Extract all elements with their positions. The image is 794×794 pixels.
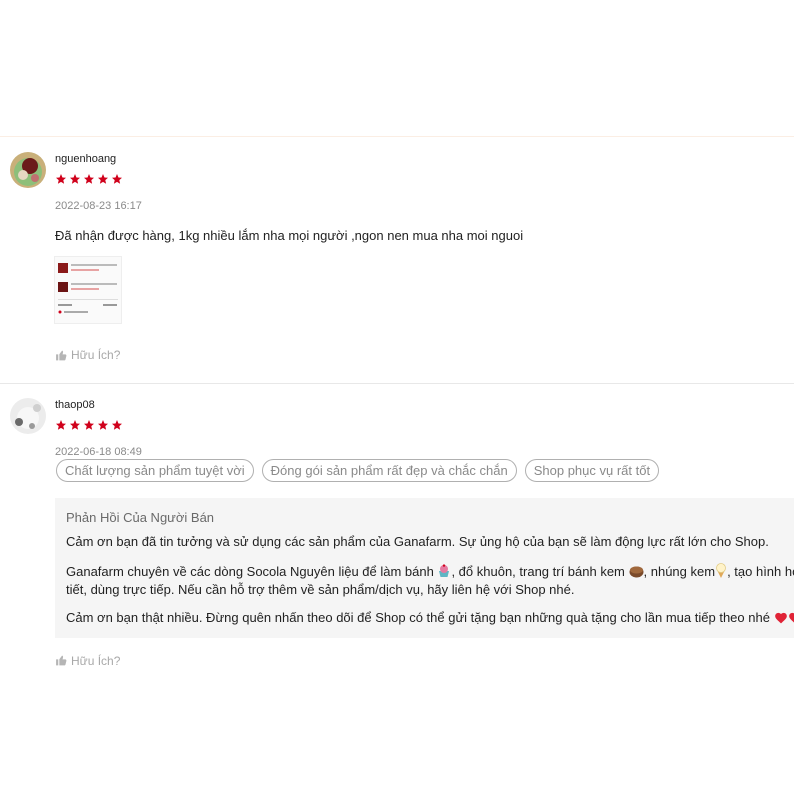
star-icon [112, 420, 122, 430]
username[interactable]: thaop08 [55, 399, 95, 411]
review-image-thumbnail[interactable] [54, 256, 122, 324]
star-icon [98, 174, 108, 184]
seller-reply-text: Cảm ơn bạn thật nhiều. Đừng quên nhấn th… [66, 610, 774, 625]
helpful-label: Hữu Ích? [71, 654, 121, 666]
review-divider [0, 383, 794, 384]
thumbs-up-icon [56, 655, 67, 666]
helpful-button[interactable]: Hữu Ích? [55, 348, 120, 362]
heart-emoji [774, 612, 787, 624]
star-icon [112, 174, 122, 184]
thumbs-up-icon [56, 350, 67, 360]
review-content: Đã nhận được hàng, 1kg nhiều lắm nha mọi… [55, 228, 524, 243]
review-timestamp: 2022-08-23 16:17 [55, 200, 142, 212]
top-divider [0, 136, 794, 137]
seller-reply-paragraph: Cảm ơn bạn thật nhiều. Đừng quên nhấn th… [66, 609, 794, 627]
seller-reply-title: Phản Hồi Của Người Bán [66, 510, 215, 525]
review-tags: Chất lượng sản phẩm tuyệt vời Đóng gói s… [56, 459, 660, 482]
seller-reply-text: , đổ khuôn, trang trí bánh kem [451, 564, 629, 579]
star-icon [70, 174, 80, 184]
seller-reply: Phản Hồi Của Người Bán Cảm ơn bạn đã tin… [55, 498, 794, 638]
star-icon [84, 174, 94, 184]
helpful-button[interactable]: Hữu Ích? [55, 654, 120, 666]
seller-reply-text: Ganafarm chuyên về các dòng Socola Nguyê… [66, 564, 438, 579]
username[interactable]: nguenhoang [55, 153, 116, 165]
review-tag: Đóng gói sản phẩm rất đẹp và chắc chắn [261, 459, 517, 482]
star-icon [56, 420, 66, 430]
cake-emoji [629, 566, 644, 578]
review-tag: Shop phục vụ rất tốt [524, 459, 660, 482]
avatar[interactable] [10, 398, 46, 434]
seller-reply-text: Cảm ơn bạn đã tin tưởng và sử dụng các s… [66, 534, 769, 549]
seller-reply-text: , nhúng kem [643, 564, 716, 579]
heart-emoji [788, 612, 794, 623]
star-icon [56, 174, 66, 184]
cupcake-emoji [439, 564, 450, 577]
star-icon [70, 420, 80, 430]
star-icon [98, 420, 108, 430]
rating-stars [55, 173, 123, 185]
rating-stars [55, 419, 123, 431]
review-timestamp: 2022-06-18 08:49 [55, 446, 142, 458]
seller-reply-paragraph: tiết, dùng trực tiếp. Nếu cần hỗ trợ thê… [66, 581, 574, 599]
review-tag: Chất lượng sản phẩm tuyệt vời [56, 459, 254, 482]
seller-reply-paragraph: Cảm ơn bạn đã tin tưởng và sử dụng các s… [66, 533, 769, 551]
seller-reply-text: tiết, dùng trực tiếp. Nếu cần hỗ trợ thê… [66, 582, 575, 597]
helpful-label: Hữu Ích? [71, 348, 121, 362]
seller-reply-paragraph: Ganafarm chuyên về các dòng Socola Nguyê… [66, 563, 794, 581]
star-icon [84, 420, 94, 430]
seller-reply-text: , tạo hình hoa [727, 564, 794, 579]
ice-cream-emoji [716, 563, 726, 578]
avatar[interactable] [10, 152, 46, 188]
